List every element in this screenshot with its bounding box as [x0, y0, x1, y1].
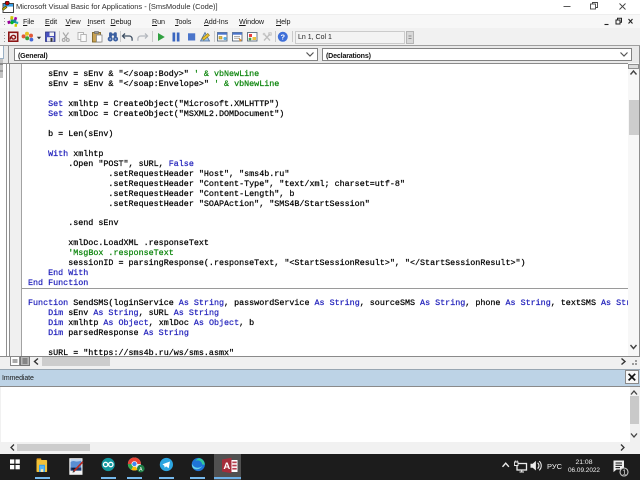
svg-text:1: 1	[622, 470, 626, 477]
svg-text:A: A	[223, 461, 230, 472]
svg-text:?: ?	[281, 32, 286, 41]
